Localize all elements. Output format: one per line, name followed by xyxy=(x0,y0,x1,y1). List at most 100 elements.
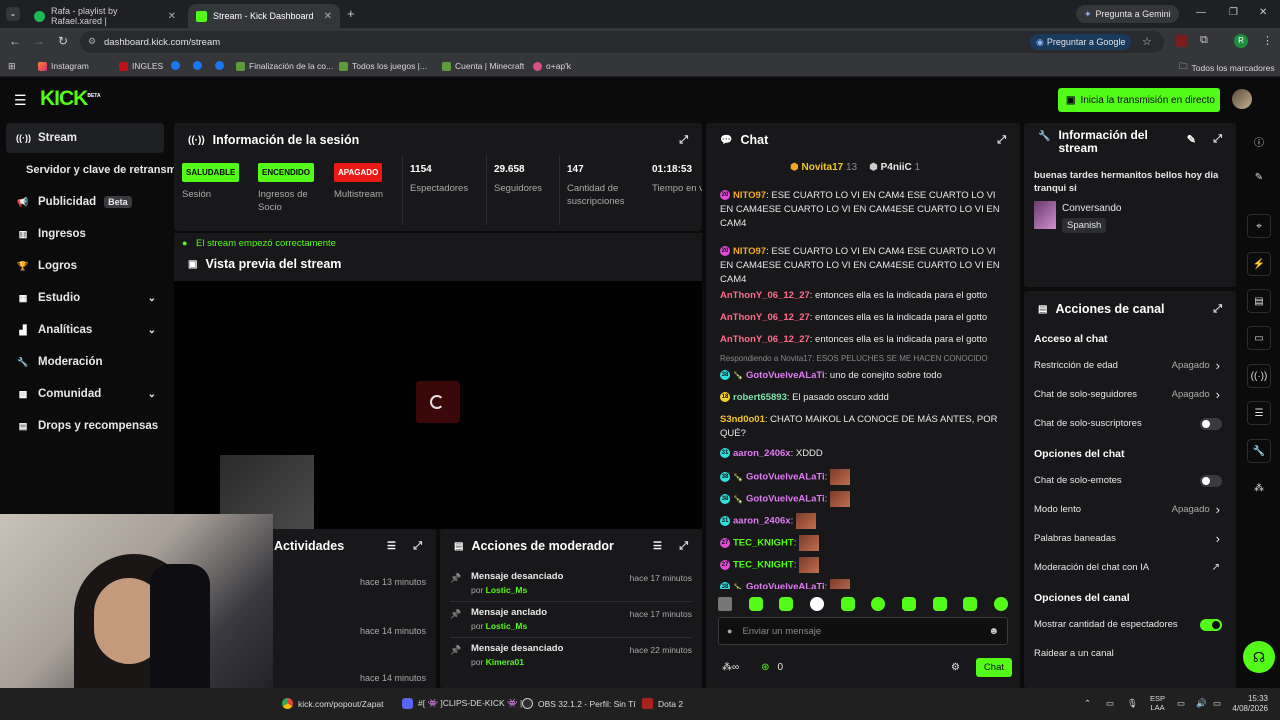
apps-icon[interactable]: ⊞ xyxy=(8,61,16,72)
tray-icon[interactable]: ▭ xyxy=(1106,698,1114,709)
kick-logo[interactable]: KICKBETA xyxy=(40,87,101,111)
toggle-switch[interactable] xyxy=(1200,618,1222,631)
moderator-name[interactable]: Lostic_Ms xyxy=(486,621,528,631)
chat-username[interactable]: TEC_KNIGHT xyxy=(733,538,794,549)
battery-icon[interactable]: ▭ xyxy=(1213,698,1221,709)
emote-icon[interactable] xyxy=(779,597,794,611)
chat-username[interactable]: GotoVuelveALaTi xyxy=(746,472,825,483)
gifter[interactable]: ⬢ P4niiC 1 xyxy=(869,162,920,173)
sidebar-item-5[interactable]: ▦ Estudio ⌄ xyxy=(6,283,164,313)
expand-icon[interactable]: ⤢ xyxy=(679,540,688,553)
taskbar-obs[interactable]: OBS 32.1.2 - Perfil: Sin Tí xyxy=(522,698,636,709)
user-avatar[interactable] xyxy=(1232,89,1252,109)
chat-message[interactable]: AnThonY_06_12_27: entonces ella es la in… xyxy=(720,289,1002,303)
forward-icon[interactable]: → xyxy=(30,34,48,48)
chat-username[interactable]: NITO97 xyxy=(733,190,766,201)
sidebar-item-8[interactable]: ▩ Comunidad ⌄ xyxy=(6,379,164,409)
chat-username[interactable]: S3nd0o01 xyxy=(720,414,765,425)
chat-username[interactable]: AnThonY_06_12_27 xyxy=(720,290,810,301)
puzzle-icon[interactable]: ⧉ xyxy=(1200,34,1208,47)
channel-action-row[interactable]: Restricción de edad Apagado › xyxy=(1034,351,1226,380)
stream-video[interactable] xyxy=(174,281,702,529)
url-field[interactable]: ⚙ dashboard.kick.com/stream ◉ Preguntar … xyxy=(80,31,1164,53)
hamburger-icon[interactable]: ☰ xyxy=(14,92,27,109)
mod-action-row[interactable]: 📌 Mensaje anclado por Lostic_Ms hace 17 min… xyxy=(450,605,692,639)
sidebar-item-1[interactable]: Servidor y clave de retransmisión xyxy=(6,155,202,185)
chat-message[interactable]: AnThonY_06_12_27: entonces ella es la in… xyxy=(720,311,1002,325)
chat-message[interactable]: 38 🍾 GotoVuelveALaTi: xyxy=(720,491,1002,507)
chat-message[interactable]: 20 NITO97: ESE CUARTO LO VI EN CAM4 ESE C… xyxy=(720,189,1002,231)
back-icon[interactable]: ← xyxy=(6,34,24,48)
gifter[interactable]: ⬢ Novita17 13 xyxy=(790,162,857,173)
sidebar-item-2[interactable]: 📢 Publicidad Beta xyxy=(6,187,164,217)
ask-google-button[interactable]: ◉ Preguntar a Google xyxy=(1030,34,1132,50)
chat-message[interactable]: 31 aaron_2406x: XDDD xyxy=(720,447,1002,461)
clock[interactable]: 15:33 4/08/2026 xyxy=(1224,694,1268,714)
support-button[interactable]: ☊ xyxy=(1243,641,1275,673)
bookmark-todos-juegos[interactable]: Todos los juegos |... xyxy=(339,61,427,71)
emote-icon[interactable] xyxy=(993,597,1008,611)
go-live-button[interactable]: ▣ Inicia la transmisión en directo xyxy=(1058,88,1220,112)
chat-username[interactable]: aaron_2406x xyxy=(733,516,791,527)
close-window-button[interactable]: ✕ xyxy=(1259,7,1267,18)
mod-action-row[interactable]: 📌 Mensaje desanciado por Lostic_Ms hace 17 … xyxy=(450,569,692,603)
emote-icon[interactable] xyxy=(748,597,763,611)
emote-icon[interactable] xyxy=(932,597,947,611)
bookmark-oap[interactable]: o+ap'k xyxy=(533,61,571,71)
all-bookmarks[interactable]: 🗀 Todos los marcadores xyxy=(1179,61,1275,75)
chat-message[interactable]: 18 robert65893: El pasado oscuro xddd xyxy=(720,391,1002,405)
channel-action-row[interactable]: Moderación del chat con IA ↗ xyxy=(1034,553,1226,582)
bookmark-facebook[interactable] xyxy=(215,61,224,70)
edit-icon[interactable]: ✎ xyxy=(1187,133,1196,146)
chat-message[interactable]: 38 🍾 GotoVuelveALaTi: xyxy=(720,469,1002,485)
emoji-icon[interactable]: ☻ xyxy=(988,626,999,637)
tools-icon[interactable]: 🔧 xyxy=(1247,439,1271,463)
bookmark-ingles[interactable]: INGLES xyxy=(119,61,163,71)
bookmark-facebook[interactable] xyxy=(171,61,180,70)
close-icon[interactable]: ✕ xyxy=(168,11,176,22)
chat-bubble-icon[interactable]: ▭ xyxy=(1247,326,1271,350)
channel-action-row[interactable]: Modo lento Apagado › xyxy=(1034,495,1226,524)
chat-messages[interactable]: 20 NITO97: ESE CUARTO LO VI EN CAM4 ESE C… xyxy=(706,179,1020,589)
channel-action-row[interactable]: Raidear a un canal xyxy=(1034,639,1226,668)
chat-username[interactable]: aaron_2406x xyxy=(733,448,791,459)
chat-username[interactable]: AnThonY_06_12_27 xyxy=(720,334,810,345)
chat-message[interactable]: 31 aaron_2406x: xyxy=(720,513,1002,529)
info-icon[interactable]: ⓘ xyxy=(1247,129,1271,153)
restore-button[interactable]: ❐ xyxy=(1229,7,1238,18)
mic-icon[interactable]: 🎙 xyxy=(1127,698,1138,709)
expand-icon[interactable]: ⤢ xyxy=(1213,133,1222,146)
menu-icon[interactable]: ⋮ xyxy=(1262,34,1273,47)
chat-username[interactable]: GotoVuelveALaTi xyxy=(746,494,825,505)
bookmark-cuenta-minecraft[interactable]: Cuenta | Minecraft xyxy=(442,61,524,71)
mod-action-row[interactable]: 📌 Mensaje desanciado por Kimera01 hace 22 m… xyxy=(450,641,692,675)
tab-kick-dashboard[interactable]: Stream - Kick Dashboard ✕ xyxy=(188,4,340,28)
chat-message[interactable]: AnThonY_06_12_27: entonces ella es la in… xyxy=(720,333,1002,347)
tray-chevron-icon[interactable]: ⌃ xyxy=(1084,698,1091,709)
emote-icon[interactable] xyxy=(840,597,855,611)
channel-action-row[interactable]: Chat de solo-seguidores Apagado › xyxy=(1034,380,1226,409)
channel-action-row[interactable]: Mostrar cantidad de espectadores xyxy=(1034,610,1226,639)
emote-icon[interactable] xyxy=(718,597,732,611)
chat-username[interactable]: TEC_KNIGHT xyxy=(733,560,794,571)
emote-icon[interactable] xyxy=(871,597,886,611)
chat-message[interactable]: S3nd0o01: CHATO MAIKOL LA CONOCE DE MÁS … xyxy=(720,413,1002,441)
volume-icon[interactable]: 🔊 xyxy=(1196,698,1207,709)
chat-message[interactable]: 27 TEC_KNIGHT: xyxy=(720,557,1002,573)
channel-action-row[interactable]: Chat de solo-suscriptores xyxy=(1034,409,1226,438)
filter-icon[interactable]: ☰ xyxy=(387,541,396,552)
sidebar-item-3[interactable]: ▥ Ingresos xyxy=(6,219,164,249)
taskbar-chrome[interactable]: kick.com/popout/Zapat xyxy=(282,698,384,709)
moderator-name[interactable]: Lostic_Ms xyxy=(486,585,528,595)
lightning-icon[interactable]: ⚡ xyxy=(1247,252,1271,276)
profile-avatar[interactable]: R xyxy=(1234,34,1248,48)
chat-username[interactable]: GotoVuelveALaTi xyxy=(746,370,825,381)
extension-icon[interactable] xyxy=(1176,35,1188,47)
emote-icon[interactable] xyxy=(963,597,978,611)
chat-input[interactable]: ● Enviar un mensaje ☻ xyxy=(718,617,1008,645)
bookmark-finalizacion[interactable]: Finalización de la co... xyxy=(236,61,333,71)
bookmark-facebook[interactable] xyxy=(193,61,202,70)
taskbar-discord[interactable]: #[ 👾 ]CLIPS-DE-KICK 👾 | xyxy=(402,698,522,709)
expand-icon[interactable]: ⤢ xyxy=(997,134,1006,147)
sidebar-item-7[interactable]: 🔧 Moderación xyxy=(6,347,164,377)
